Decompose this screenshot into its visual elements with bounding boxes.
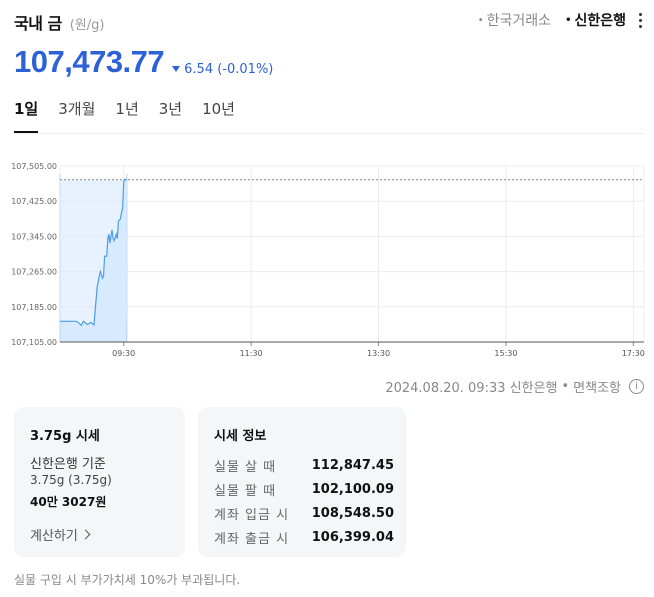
bullet-icon: • — [565, 15, 572, 26]
list-item: 계좌 입금 시 108,548.50 — [214, 501, 394, 525]
y-tick-label: 107,105.00 — [11, 338, 57, 347]
unit-label: (원/g) — [69, 18, 105, 33]
y-tick-label: 107,425.00 — [11, 197, 57, 206]
header: 국내 금 (원/g) — [14, 10, 105, 33]
period-tabs: 1일 3개월 1년 3년 10년 — [14, 98, 235, 133]
y-axis: 107,505.00 107,425.00 107,345.00 107,265.00… — [11, 162, 57, 347]
price-info-list: 실물 살 때 112,847.45 실물 팔 때 102,100.09 계좌 입금 … — [214, 453, 394, 549]
card2-title: 시세 정보 — [214, 429, 267, 444]
price-change: 6.54 (-0.01%) — [172, 62, 273, 77]
area-band — [60, 179, 127, 322]
tab-10y[interactable]: 10년 — [202, 98, 235, 133]
list-item: 실물 살 때 112,847.45 — [214, 453, 394, 477]
chart-area — [59, 174, 644, 342]
row-value: 112,847.45 — [311, 457, 394, 473]
row-label: 실물 팔 때 — [214, 483, 277, 499]
row-label: 실물 살 때 — [214, 459, 277, 475]
y-tick-label: 107,185.00 — [11, 303, 57, 312]
more-icon[interactable] — [634, 10, 646, 30]
chart-footer: 2024.08.20. 09:33 신한은행 • 면책조항 i — [385, 377, 644, 396]
list-item: 계좌 출금 시 106,399.04 — [214, 525, 394, 549]
tab-1d[interactable]: 1일 — [14, 98, 39, 133]
list-item: 실물 팔 때 102,100.09 — [214, 477, 394, 501]
bullet-icon: • — [477, 15, 484, 26]
y-tick-label: 107,505.00 — [11, 162, 57, 171]
tab-3m[interactable]: 3개월 — [58, 98, 95, 133]
x-tick-label: 09:30 — [112, 349, 135, 358]
calculate-button[interactable]: 계산하기 — [30, 525, 91, 544]
price-info-card: 시세 정보 실물 살 때 112,847.45 실물 팔 때 102,100.09 … — [198, 407, 406, 557]
x-tick-label: 13:30 — [367, 349, 390, 358]
calculate-label: 계산하기 — [30, 529, 78, 544]
source-krx-label: 한국거래소 — [486, 13, 552, 29]
vat-note: 실물 구입 시 부가가치세 10%가 부과됩니다. — [14, 573, 241, 587]
row-label: 계좌 출금 시 — [214, 531, 290, 547]
card1-title: 3.75g 시세 — [30, 429, 100, 444]
y-tick-label: 107,345.00 — [11, 232, 57, 241]
tab-3y[interactable]: 3년 — [159, 98, 182, 133]
y-tick-label: 107,265.00 — [11, 268, 57, 277]
row-label: 계좌 입금 시 — [214, 507, 290, 523]
chart-grid — [59, 165, 645, 343]
disclaimer-link[interactable]: 면책조항 — [573, 377, 621, 396]
x-tick-label: 11:30 — [240, 349, 263, 358]
tab-1y[interactable]: 1년 — [115, 98, 138, 133]
source-shinhan[interactable]: • 신한은행 — [565, 10, 626, 30]
price-change-value: 6.54 (-0.01%) — [184, 61, 274, 77]
source-selector: • 한국거래소 • 신한은행 — [478, 10, 626, 30]
price-row: 107,473.77 6.54 (-0.01%) — [14, 44, 273, 80]
timestamp: 2024.08.20. 09:33 신한은행 — [385, 381, 558, 396]
tab-divider — [14, 133, 644, 134]
card1-amount: 40만 3027원 — [30, 495, 107, 509]
card1-weight: 3.75g (3.75g) — [30, 473, 112, 487]
gram-price-card: 3.75g 시세 신한은행 기준 3.75g (3.75g) 40만 3027원… — [14, 407, 185, 557]
source-shinhan-label: 신한은행 — [574, 13, 626, 29]
row-value: 108,548.50 — [311, 505, 394, 521]
price-chart[interactable]: 107,505.00 107,425.00 107,345.00 107,265.00… — [0, 150, 654, 365]
row-value: 106,399.04 — [311, 529, 394, 545]
chevron-right-icon — [80, 529, 91, 540]
x-axis: 09:30 11:30 13:30 15:30 17:30 — [60, 341, 645, 358]
source-krx[interactable]: • 한국거래소 — [478, 10, 551, 30]
card1-basis: 신한은행 기준 — [30, 457, 106, 472]
info-icon[interactable]: i — [629, 379, 644, 394]
page-title: 국내 금 — [14, 14, 62, 33]
row-value: 102,100.09 — [311, 481, 394, 497]
x-tick-label: 17:30 — [622, 349, 645, 358]
current-price: 107,473.77 — [14, 44, 165, 79]
x-tick-label: 15:30 — [494, 349, 517, 358]
separator-dot: • — [561, 379, 570, 394]
down-arrow-icon — [172, 66, 181, 72]
